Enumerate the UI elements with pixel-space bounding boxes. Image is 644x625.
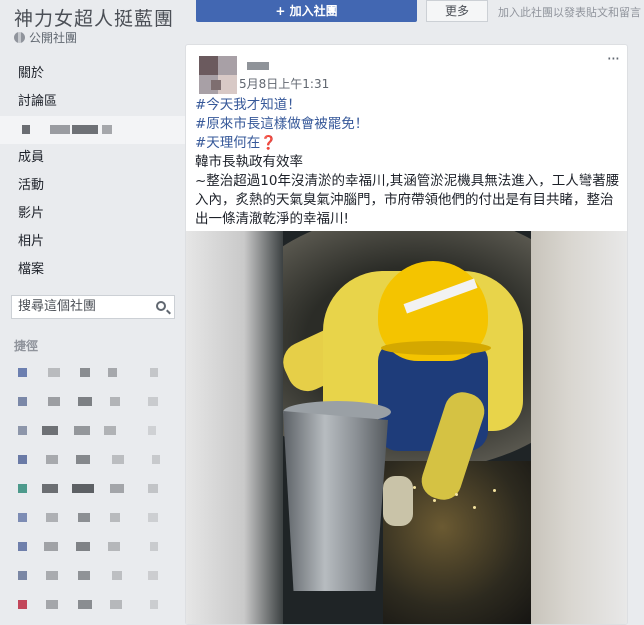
post-video[interactable] (186, 231, 627, 624)
sidebar-item-photos[interactable]: 相片 (0, 228, 185, 256)
join-hint-text: 加入此社團以發表貼文和留言 (498, 6, 641, 19)
shortcut-item[interactable] (18, 453, 173, 467)
sidebar-item-files[interactable]: 檔案 (0, 256, 185, 284)
video-frame[interactable] (283, 231, 531, 624)
shortcut-item[interactable] (18, 366, 173, 380)
author-name-redacted[interactable] (247, 62, 269, 70)
sidebar-item-discussion[interactable]: 討論區 (0, 88, 185, 116)
group-search-input[interactable]: 搜尋這個社團 (11, 295, 175, 319)
sidebar-item-about[interactable]: 關於 (0, 60, 185, 88)
search-icon[interactable] (156, 301, 166, 311)
shortcut-item[interactable] (18, 395, 173, 409)
shortcut-item[interactable] (18, 540, 173, 554)
search-placeholder: 搜尋這個社團 (18, 299, 97, 314)
post-line: 韓市長執政有效率 (195, 154, 303, 170)
post-body: #今天我才知道！ #原來市長這樣做會被罷免！ #天理何在❓ 韓市長執政有效率 ~… (195, 96, 620, 229)
shortcut-item[interactable] (18, 569, 173, 583)
shortcut-item[interactable] (18, 482, 173, 496)
author-avatar[interactable] (199, 56, 237, 94)
hashtag-link[interactable]: #今天我才知道！ (195, 97, 301, 113)
join-group-button[interactable]: + 加入社團 (196, 0, 417, 22)
sidebar-item-members[interactable]: 成員 (0, 144, 185, 172)
hashtag-link[interactable]: #原來市長這樣做會被罷免！ (195, 116, 368, 132)
group-title[interactable]: 神力女超人挺藍團 (14, 4, 174, 31)
post-options-icon[interactable]: ··· (607, 49, 620, 68)
privacy-text: 公開社團 (29, 31, 78, 45)
more-button[interactable]: 更多 (426, 0, 488, 22)
question-emoji-icon: ❓ (260, 135, 278, 151)
video-blur-left (186, 231, 283, 624)
shortcut-item[interactable] (18, 511, 173, 525)
globe-icon (14, 32, 25, 43)
sidebar-item-events[interactable]: 活動 (0, 172, 185, 200)
post-paragraph: ~整治超過10年沒清淤的幸福川,其涵管淤泥機具無法進入，工人彎著腰入內，炙熱的天… (195, 173, 620, 227)
privacy-label: 公開社團 (14, 29, 77, 46)
video-blur-right (531, 231, 627, 624)
sidebar-nav: 關於 討論區 成員 活動 影片 相片 檔案 (0, 60, 185, 284)
sidebar-item-videos[interactable]: 影片 (0, 200, 185, 228)
hashtag-link[interactable]: #天理何在 (195, 135, 260, 151)
post-card: 5月8日上午1:31 ··· #今天我才知道！ #原來市長這樣做會被罷免！ #天… (185, 44, 628, 625)
sidebar-item-redacted[interactable] (0, 116, 185, 144)
bucket-image (283, 411, 388, 591)
left-sidebar: 神力女超人挺藍團 公開社團 關於 討論區 成員 活動 影片 相片 檔案 搜尋這個… (0, 0, 185, 625)
shortcut-item[interactable] (18, 598, 173, 612)
shortcuts-heading: 捷徑 (14, 339, 39, 353)
shortcut-item[interactable] (18, 424, 173, 438)
post-timestamp[interactable]: 5月8日上午1:31 (239, 75, 329, 92)
